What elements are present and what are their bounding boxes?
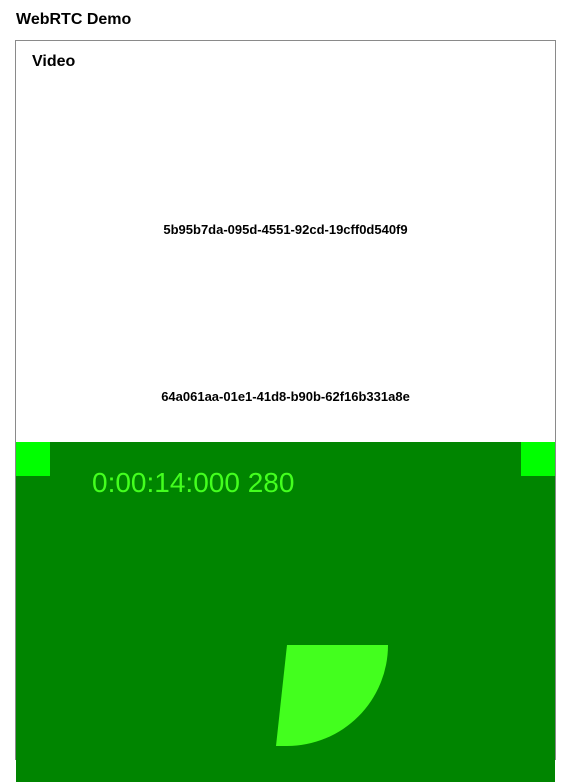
- local-peer-id: 5b95b7da-095d-4551-92cd-19cff0d540f9: [163, 222, 408, 237]
- video-stream[interactable]: 0:00:14:000 280: [16, 442, 555, 782]
- video-legend: Video: [32, 53, 76, 70]
- video-fieldset: Video 5b95b7da-095d-4551-92cd-19cff0d540…: [15, 40, 556, 782]
- remote-peer-id: 64a061aa-01e1-41d8-b90b-62f16b331a8e: [161, 389, 410, 404]
- page-title: WebRTC Demo: [16, 11, 132, 28]
- video-sweep-shape: [276, 645, 388, 746]
